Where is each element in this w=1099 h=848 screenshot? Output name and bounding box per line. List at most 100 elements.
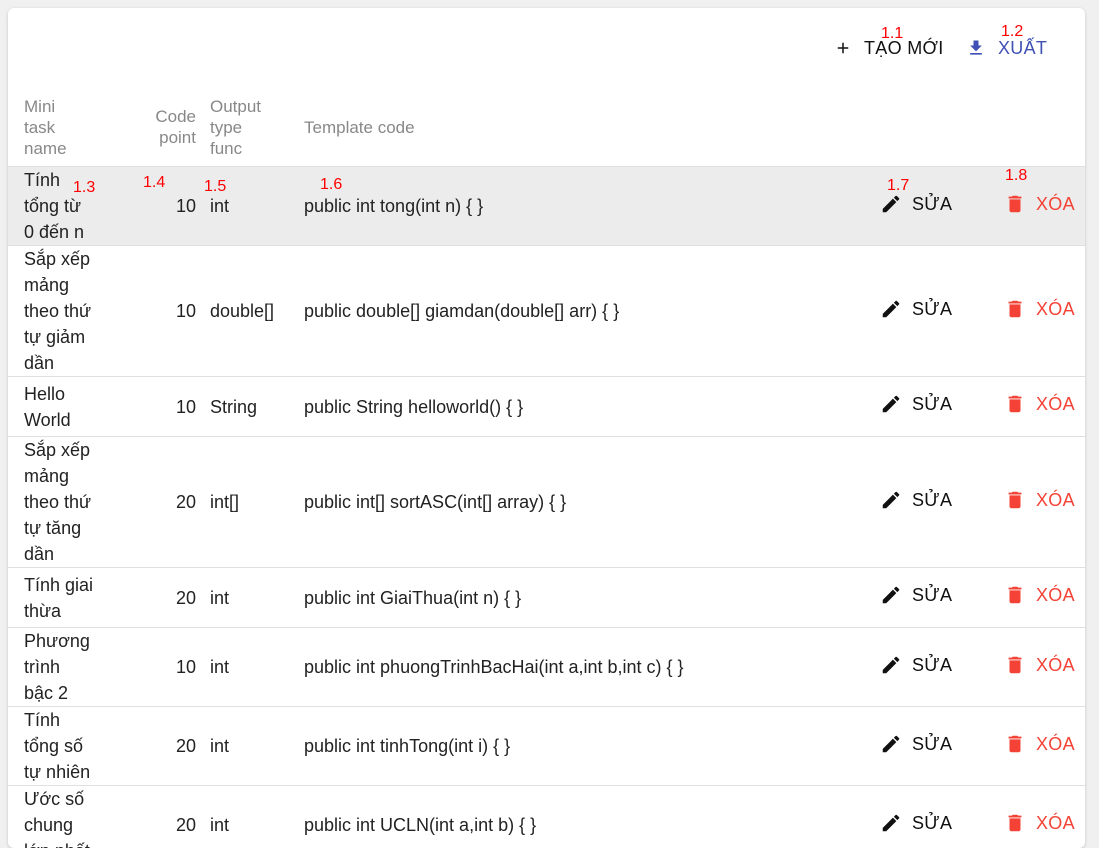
mini-task-table: Mini task name Code point Output type fu… xyxy=(8,88,1085,848)
edit-button-label: SỬA xyxy=(912,652,952,678)
delete-button-label: XÓA xyxy=(1036,582,1075,608)
cell-point: 20 xyxy=(124,707,210,786)
plus-icon xyxy=(834,39,852,57)
download-icon xyxy=(966,38,986,58)
delete-button[interactable]: XÓA xyxy=(1004,810,1075,836)
table-row: Hello World10Stringpublic String hellowo… xyxy=(8,377,1085,437)
cell-name: Tính giai thừa xyxy=(8,568,124,628)
cell-template: public double[] giamdan(double[] arr) { … xyxy=(304,246,864,377)
cell-type: int xyxy=(210,167,304,246)
cell-type: String xyxy=(210,377,304,437)
edit-button-label: SỬA xyxy=(912,810,952,836)
cell-template: public int phuongTrinhBacHai(int a,int b… xyxy=(304,628,864,707)
header-delete xyxy=(984,88,1085,167)
cell-point: 20 xyxy=(124,437,210,568)
pencil-icon xyxy=(880,733,902,755)
cell-delete: XÓA xyxy=(984,628,1085,707)
cell-type: double[] xyxy=(210,246,304,377)
cell-edit: SỬA xyxy=(864,707,984,786)
cell-template: public int tong(int n) { } xyxy=(304,167,864,246)
cell-point: 20 xyxy=(124,568,210,628)
header-name: Mini task name xyxy=(8,88,124,167)
pencil-icon xyxy=(880,298,902,320)
edit-button-label: SỬA xyxy=(912,296,952,322)
delete-button-label: XÓA xyxy=(1036,487,1075,513)
cell-point: 10 xyxy=(124,377,210,437)
trash-icon xyxy=(1004,584,1026,606)
delete-button[interactable]: XÓA xyxy=(1004,582,1075,608)
edit-button[interactable]: SỬA xyxy=(880,191,952,217)
table-body: Tính tổng từ 0 đến n10intpublic int tong… xyxy=(8,167,1085,848)
table-row: Sắp xếp mảng theo thứ tự tăng dần20int[]… xyxy=(8,437,1085,568)
toolbar: TẠO MỚI XUẤT xyxy=(8,8,1085,88)
cell-edit: SỬA xyxy=(864,167,984,246)
table-row: Sắp xếp mảng theo thứ tự giảm dần10doubl… xyxy=(8,246,1085,377)
task-table-card: TẠO MỚI XUẤT Mini task name Code point O… xyxy=(8,8,1085,848)
header-point: Code point xyxy=(124,88,210,167)
cell-name: Hello World xyxy=(8,377,124,437)
header-type: Output type func xyxy=(210,88,304,167)
delete-button-label: XÓA xyxy=(1036,810,1075,836)
trash-icon xyxy=(1004,812,1026,834)
trash-icon xyxy=(1004,298,1026,320)
edit-button[interactable]: SỬA xyxy=(880,391,952,417)
pencil-icon xyxy=(880,812,902,834)
delete-button-label: XÓA xyxy=(1036,296,1075,322)
cell-name: Tính tổng từ 0 đến n xyxy=(8,167,124,246)
create-button[interactable]: TẠO MỚI xyxy=(834,35,944,61)
cell-point: 10 xyxy=(124,167,210,246)
edit-button[interactable]: SỬA xyxy=(880,487,952,513)
header-template: Template code xyxy=(304,88,864,167)
delete-button-label: XÓA xyxy=(1036,652,1075,678)
cell-type: int xyxy=(210,568,304,628)
delete-button[interactable]: XÓA xyxy=(1004,191,1075,217)
table-row: Phương trình bậc 210intpublic int phuong… xyxy=(8,628,1085,707)
table-row: Tính tổng từ 0 đến n10intpublic int tong… xyxy=(8,167,1085,246)
edit-button[interactable]: SỬA xyxy=(880,810,952,836)
trash-icon xyxy=(1004,733,1026,755)
delete-button[interactable]: XÓA xyxy=(1004,296,1075,322)
cell-type: int[] xyxy=(210,437,304,568)
trash-icon xyxy=(1004,489,1026,511)
delete-button-label: XÓA xyxy=(1036,191,1075,217)
cell-name: Tính tổng số tự nhiên xyxy=(8,707,124,786)
edit-button-label: SỬA xyxy=(912,391,952,417)
edit-button[interactable]: SỬA xyxy=(880,731,952,757)
cell-delete: XÓA xyxy=(984,167,1085,246)
delete-button[interactable]: XÓA xyxy=(1004,731,1075,757)
trash-icon xyxy=(1004,193,1026,215)
cell-template: public int GiaiThua(int n) { } xyxy=(304,568,864,628)
export-button[interactable]: XUẤT xyxy=(966,35,1047,61)
edit-button-label: SỬA xyxy=(912,731,952,757)
delete-button-label: XÓA xyxy=(1036,391,1075,417)
cell-edit: SỬA xyxy=(864,568,984,628)
delete-button[interactable]: XÓA xyxy=(1004,487,1075,513)
delete-button[interactable]: XÓA xyxy=(1004,652,1075,678)
delete-button-label: XÓA xyxy=(1036,731,1075,757)
trash-icon xyxy=(1004,393,1026,415)
cell-delete: XÓA xyxy=(984,707,1085,786)
cell-edit: SỬA xyxy=(864,437,984,568)
create-button-label: TẠO MỚI xyxy=(864,38,944,59)
pencil-icon xyxy=(880,393,902,415)
cell-point: 10 xyxy=(124,628,210,707)
cell-name: Sắp xếp mảng theo thứ tự giảm dần xyxy=(8,246,124,377)
edit-button[interactable]: SỬA xyxy=(880,652,952,678)
cell-delete: XÓA xyxy=(984,437,1085,568)
cell-edit: SỬA xyxy=(864,377,984,437)
edit-button[interactable]: SỬA xyxy=(880,296,952,322)
pencil-icon xyxy=(880,193,902,215)
table-header-row: Mini task name Code point Output type fu… xyxy=(8,88,1085,167)
table-row: Tính tổng số tự nhiên20intpublic int tin… xyxy=(8,707,1085,786)
cell-template: public int tinhTong(int i) { } xyxy=(304,707,864,786)
pencil-icon xyxy=(880,654,902,676)
header-edit xyxy=(864,88,984,167)
cell-delete: XÓA xyxy=(984,377,1085,437)
edit-button[interactable]: SỬA xyxy=(880,582,952,608)
cell-name: Phương trình bậc 2 xyxy=(8,628,124,707)
delete-button[interactable]: XÓA xyxy=(1004,391,1075,417)
pencil-icon xyxy=(880,489,902,511)
cell-name: Sắp xếp mảng theo thứ tự tăng dần xyxy=(8,437,124,568)
cell-template: public String helloworld() { } xyxy=(304,377,864,437)
edit-button-label: SỬA xyxy=(912,487,952,513)
